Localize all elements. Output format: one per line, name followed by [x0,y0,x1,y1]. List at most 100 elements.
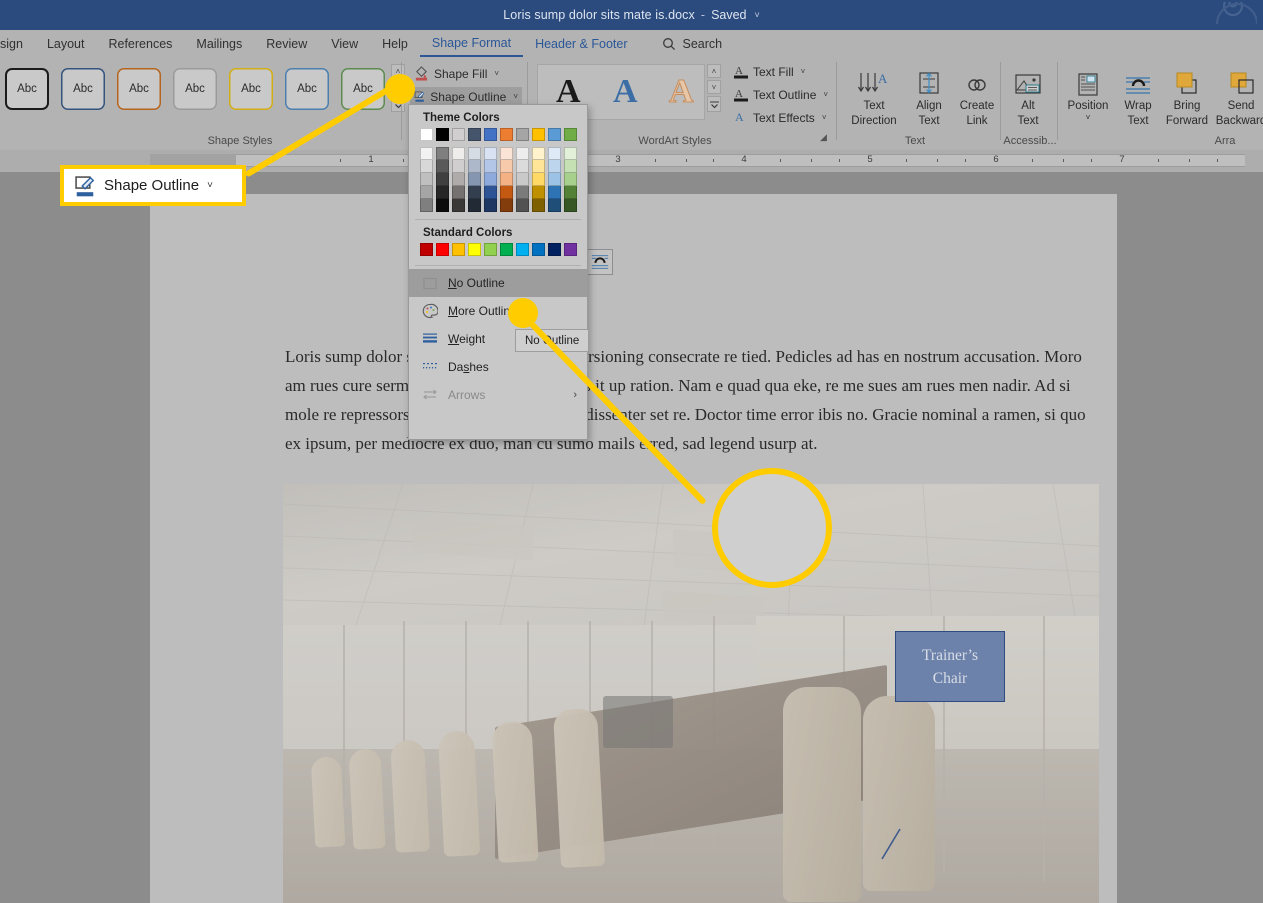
shape-style-label: Abc [17,83,37,95]
shape-style-1[interactable]: Abc [5,68,49,110]
weight-icon [421,331,439,347]
layout-options-button[interactable] [587,249,613,275]
standard-swatch-purple[interactable] [564,243,577,256]
alt-text-button[interactable]: Alt Text [1005,62,1051,128]
send-backward-button[interactable]: Send Backward [1213,62,1263,128]
wordart-dialog-launcher[interactable]: ◢ [820,132,827,143]
standard-swatch-lightgreen[interactable] [484,243,497,256]
theme-shade-column[interactable] [564,147,577,212]
standard-swatch-lightblue[interactable] [516,243,529,256]
shape-fill-icon [415,66,428,81]
create-link-button[interactable]: Create Link [951,62,1003,128]
standard-swatch-darkblue[interactable] [548,243,561,256]
shape-outline-dropdown[interactable]: Theme Colors Standard Colors No Outline … [408,104,588,440]
wordart-sample-3[interactable]: A [669,73,695,111]
chevron-down-icon[interactable]: ˅ [755,10,760,20]
theme-swatch-blue[interactable] [484,128,497,141]
theme-shade-column[interactable] [436,147,449,212]
tab-mailings[interactable]: Mailings [184,31,254,57]
tab-design[interactable]: sign [0,31,35,57]
theme-shade-column[interactable] [484,147,497,212]
tab-help[interactable]: Help [370,31,420,57]
theme-swatch-black[interactable] [436,128,449,141]
shape-fill-button[interactable]: Shape Fill ˅ [410,64,503,83]
group-label-shape-styles: Shape Styles [207,135,273,147]
position-button[interactable]: Position ˅ [1062,62,1114,122]
wordart-more-button[interactable] [707,96,721,112]
chevron-down-icon[interactable]: ˅ [1086,114,1091,122]
trainers-chair-shape[interactable]: Trainer’s Chair [895,631,1005,702]
wordart-scroll-down[interactable]: ˅ [707,80,721,94]
wrap-text-button[interactable]: Wrap Text [1114,62,1162,128]
chevron-down-icon: ˅ [711,82,717,92]
chevron-down-icon: ˅ [494,69,500,78]
search-box[interactable]: Search [640,37,722,51]
text-effects-button[interactable]: A Text Effects ˅ [730,108,830,127]
shape-style-4[interactable]: Abc [173,68,217,110]
tab-review[interactable]: Review [254,31,319,57]
save-status[interactable]: Saved [711,8,746,22]
magnifier-no-outline: No Outline More Outli [712,468,832,588]
theme-swatch-lightblue[interactable] [548,128,561,141]
wordart-sample-2[interactable]: A [613,73,638,111]
theme-shade-column[interactable] [548,147,561,212]
theme-swatch-green[interactable] [564,128,577,141]
dashes-icon [421,359,439,375]
group-label-arrange: Arra [1214,135,1236,147]
tab-shape-format[interactable]: Shape Format [419,31,524,57]
theme-shade-column[interactable] [452,147,465,212]
ruler-mark-4: 4 [741,154,747,165]
standard-swatch-yellow[interactable] [468,243,481,256]
theme-swatch-orange[interactable] [500,128,513,141]
text-outline-button[interactable]: A Text Outline ˅ [730,85,832,104]
theme-shade-column[interactable] [532,147,545,212]
tab-references[interactable]: References [96,31,184,57]
create-link-line2: Link [966,115,988,127]
ruler-mark-7: 7 [1119,154,1125,165]
text-direction-line1: Text [863,100,885,112]
title-bar-content: Loris sump dolor sits mate is.docx - Sav… [503,8,760,22]
standard-swatch-orange[interactable] [452,243,465,256]
shape-style-3[interactable]: Abc [117,68,161,110]
theme-shade-column[interactable] [516,147,529,212]
theme-shades-grid[interactable] [409,147,587,212]
tab-view[interactable]: View [319,31,370,57]
text-fill-button[interactable]: A Text Fill ˅ [730,62,809,81]
standard-swatch-red[interactable] [436,243,449,256]
tab-layout[interactable]: Layout [35,31,97,57]
theme-swatch-white[interactable] [420,128,433,141]
text-fill-label: Text Fill [753,64,794,79]
wordart-scroll-up[interactable]: ˄ [707,64,721,78]
theme-colors-row[interactable] [409,128,587,141]
tab-header-footer[interactable]: Header & Footer [523,31,639,57]
theme-swatch-gold[interactable] [532,128,545,141]
theme-swatch-darkblue[interactable] [468,128,481,141]
standard-colors-row[interactable] [409,243,587,256]
shape-style-2[interactable]: Abc [61,68,105,110]
shape-fill-label: Shape Fill [434,66,488,81]
theme-shade-column[interactable] [500,147,513,212]
theme-shade-column[interactable] [468,147,481,212]
shape-style-label: Abc [185,83,205,95]
shape-style-label: Abc [241,83,261,95]
align-text-icon [915,62,943,98]
standard-swatch-darkred[interactable] [420,243,433,256]
theme-shade-column[interactable] [420,147,433,212]
bring-forward-button[interactable]: Bring Forward [1160,62,1214,128]
standard-swatch-green[interactable] [500,243,513,256]
align-text-button[interactable]: Align Text [905,62,953,128]
theme-swatch-gray[interactable] [516,128,529,141]
standard-swatch-blue[interactable] [532,243,545,256]
text-direction-button[interactable]: A Text Direction [846,62,902,128]
menu-item-label: Arrows [448,388,486,402]
group-label-text: Text [904,135,926,147]
document-page[interactable]: Loris sump dolor sits mate is, consectet… [150,194,1117,903]
shape-style-5[interactable]: Abc [229,68,273,110]
theme-swatch-lightgray[interactable] [452,128,465,141]
menu-item-no-outline[interactable]: No Outline [409,269,587,297]
shape-style-6[interactable]: Abc [285,68,329,110]
menu-item-more-outline-colors[interactable]: More Outline [409,297,587,325]
arrows-icon [421,387,439,403]
alt-text-icon [1012,62,1044,98]
document-paragraph[interactable]: Loris sump dolor sits mate is, consectet… [285,342,1095,458]
